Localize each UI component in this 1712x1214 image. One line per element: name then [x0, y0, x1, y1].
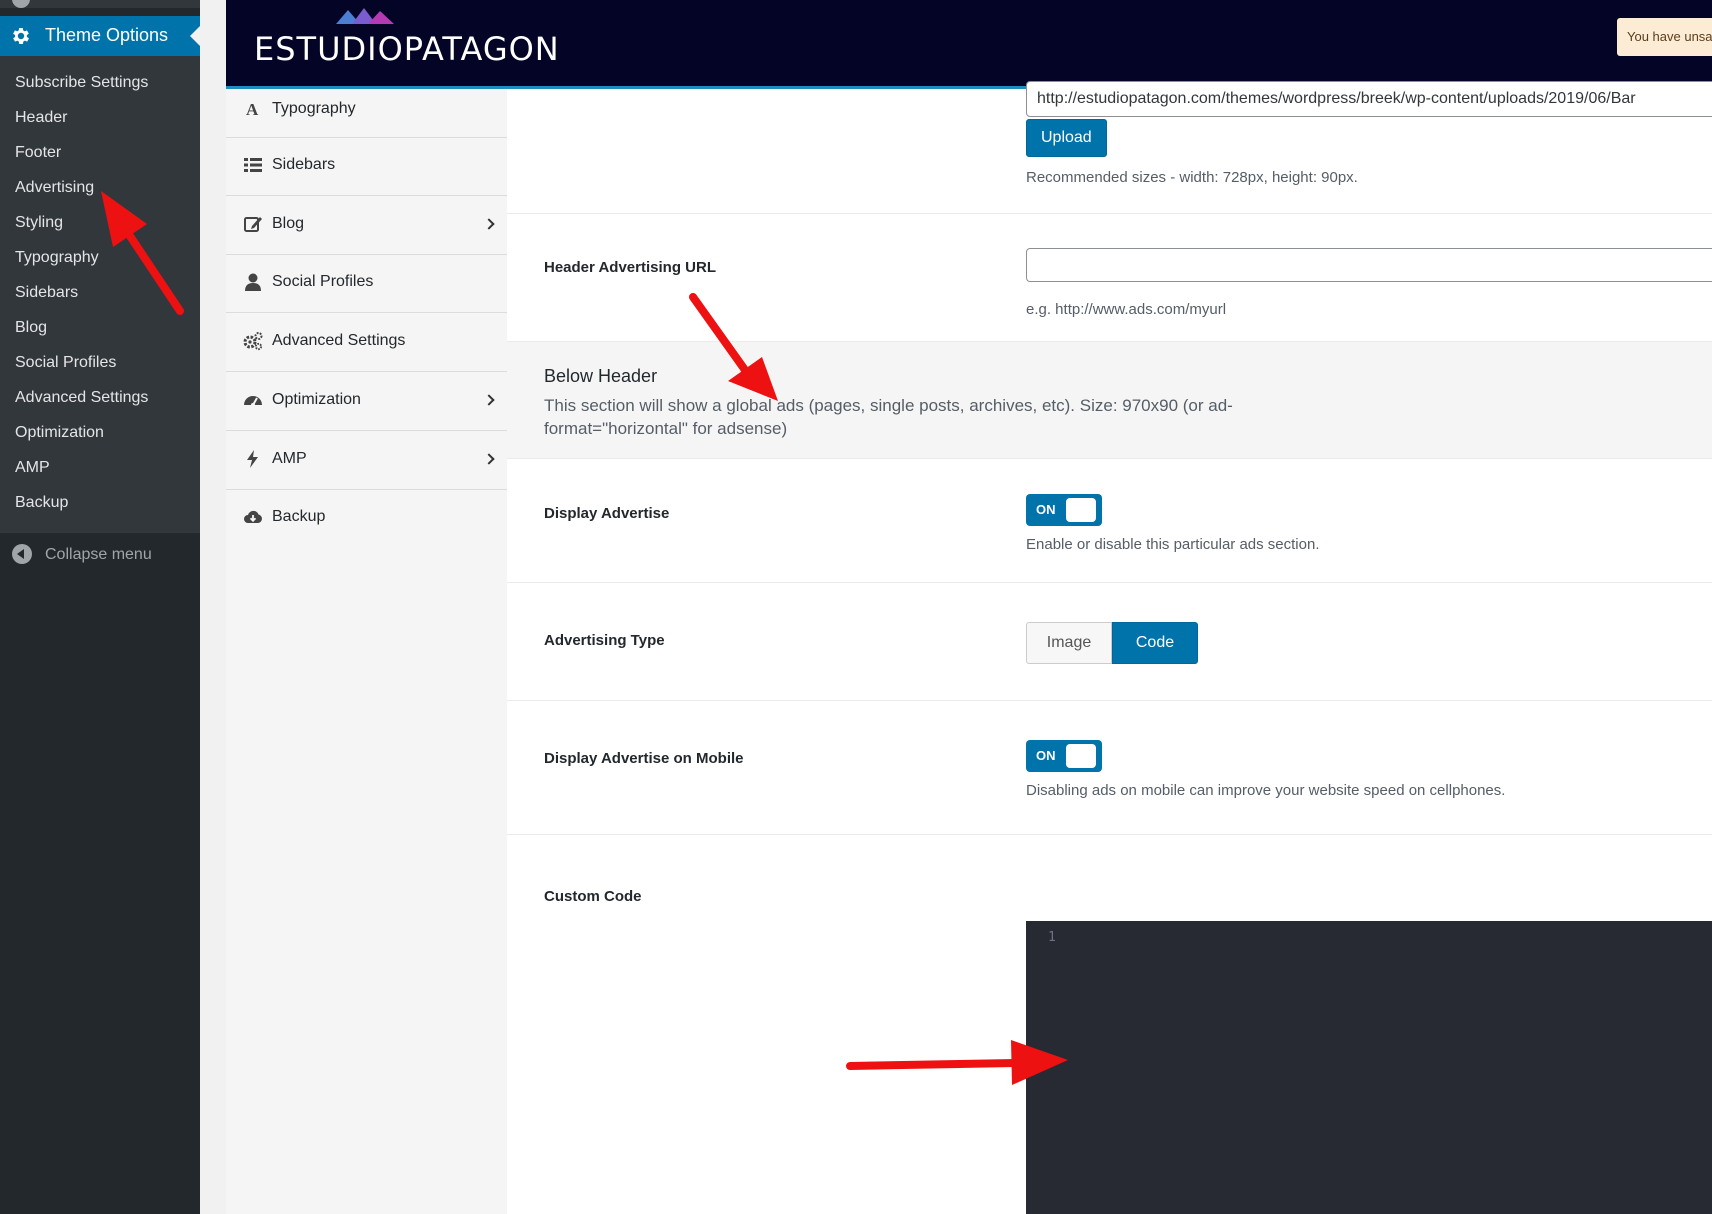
theme-options-header: ESTUDIOPATAGON You have unsa	[226, 0, 1712, 89]
display-advertise-toggle[interactable]: ON	[1026, 494, 1102, 526]
advertising-type-label: Advertising Type	[544, 632, 665, 649]
display-mobile-label: Display Advertise on Mobile	[544, 750, 744, 767]
submenu-optimization[interactable]: Optimization	[15, 424, 104, 442]
menu-icon	[12, 0, 30, 8]
section-item-label: Optimization	[272, 391, 361, 408]
custom-code-label: Custom Code	[544, 888, 642, 905]
font-icon: A	[246, 100, 259, 119]
section-item-label: Social Profiles	[272, 273, 374, 290]
recommended-sizes-hint: Recommended sizes - width: 728px, height…	[1026, 169, 1358, 186]
header-banner-url-input[interactable]	[1026, 81, 1712, 117]
header-ad-url-hint: e.g. http://www.ads.com/myurl	[1026, 301, 1227, 318]
section-item-sidebars[interactable]: Sidebars	[226, 137, 507, 196]
options-content: Upload Recommended sizes - width: 728px,…	[507, 81, 1712, 1214]
notice-text: You have unsa	[1627, 29, 1712, 44]
submenu-footer[interactable]: Footer	[15, 144, 61, 162]
submenu-amp[interactable]: AMP	[15, 459, 50, 477]
toggle-state: ON	[1036, 748, 1056, 763]
menu-item-label: Theme Options	[45, 25, 169, 45]
row-divider	[507, 834, 1712, 835]
toggle-state: ON	[1036, 502, 1056, 517]
cloud-download-icon	[244, 510, 262, 523]
section-item-optimization[interactable]: Optimization	[226, 372, 507, 431]
section-item-label: Blog	[272, 215, 305, 232]
submenu-header[interactable]: Header	[15, 109, 67, 127]
section-item-advanced-settings[interactable]: Advanced Settings	[226, 313, 507, 372]
section-item-amp[interactable]: AMP	[226, 431, 507, 490]
submenu-backup[interactable]: Backup	[15, 494, 68, 512]
display-advertise-label: Display Advertise	[544, 505, 670, 522]
gauge-icon	[244, 396, 262, 407]
chevron-right-icon	[483, 453, 495, 465]
ad-type-image-button[interactable]: Image	[1026, 622, 1112, 664]
collapse-icon	[12, 544, 32, 564]
list-icon	[244, 158, 262, 172]
unsaved-changes-notice: You have unsa	[1617, 18, 1712, 56]
section-item-label: Typography	[272, 100, 356, 117]
ad-type-code-button[interactable]: Code	[1112, 622, 1198, 664]
row-divider	[507, 700, 1712, 701]
row-divider	[507, 213, 1712, 214]
chevron-right-icon	[483, 218, 495, 230]
section-description: This section will show a global ads (pag…	[544, 396, 1233, 438]
upload-button[interactable]: Upload	[1026, 119, 1107, 157]
cogs-icon	[243, 332, 263, 351]
section-item-typography[interactable]: A Typography	[226, 83, 507, 138]
display-advertise-hint: Enable or disable this particular ads se…	[1026, 536, 1320, 553]
custom-code-editor[interactable]: 1	[1026, 921, 1712, 1214]
display-mobile-hint: Disabling ads on mobile can improve your…	[1026, 782, 1506, 799]
chevron-right-icon	[483, 394, 495, 406]
row-divider	[507, 582, 1712, 583]
options-section-menu: A Typography Sidebars Blog Social Profil…	[226, 89, 508, 1214]
header-ad-url-label: Header Advertising URL	[544, 259, 716, 276]
previous-menu-item[interactable]	[0, 0, 200, 8]
section-item-blog[interactable]: Blog	[226, 196, 507, 255]
display-mobile-toggle[interactable]: ON	[1026, 740, 1102, 772]
wp-admin-sidebar: Theme Options Subscribe Settings Header …	[0, 0, 200, 1214]
bolt-icon	[247, 450, 258, 468]
submenu-advertising[interactable]: Advertising	[15, 179, 94, 197]
submenu-typography[interactable]: Typography	[15, 249, 99, 267]
section-item-label: Sidebars	[272, 156, 336, 173]
submenu-social-profiles[interactable]: Social Profiles	[15, 354, 116, 372]
submenu-sidebars[interactable]: Sidebars	[15, 284, 78, 302]
section-item-backup[interactable]: Backup	[226, 490, 507, 548]
current-indicator	[190, 26, 200, 46]
menu-item-theme-options[interactable]: Theme Options	[0, 16, 200, 56]
user-icon	[245, 273, 261, 291]
section-item-label: Advanced Settings	[272, 332, 406, 349]
theme-options-submenu: Subscribe Settings Header Footer Adverti…	[0, 56, 200, 533]
below-header-section: Below Header This section will show a gl…	[507, 341, 1712, 459]
section-item-social-profiles[interactable]: Social Profiles	[226, 255, 507, 313]
collapse-menu-button[interactable]: Collapse menu	[0, 540, 200, 570]
edit-icon	[244, 217, 262, 232]
submenu-advanced-settings[interactable]: Advanced Settings	[15, 389, 148, 407]
submenu-blog[interactable]: Blog	[15, 319, 47, 337]
toggle-knob	[1066, 744, 1096, 768]
svg-text:A: A	[246, 100, 259, 119]
line-number: 1	[1048, 930, 1056, 945]
header-ad-url-input[interactable]	[1026, 248, 1712, 282]
site-logo-text: ESTUDIOPATAGON	[254, 30, 560, 68]
collapse-menu-label: Collapse menu	[45, 546, 152, 563]
mountain-logo-icon	[336, 8, 394, 24]
section-item-label: AMP	[272, 450, 307, 467]
gear-icon	[13, 28, 29, 44]
submenu-subscribe-settings[interactable]: Subscribe Settings	[15, 74, 148, 92]
section-item-label: Backup	[272, 508, 326, 525]
section-title: Below Header	[544, 366, 658, 386]
submenu-styling[interactable]: Styling	[15, 214, 63, 232]
toggle-knob	[1066, 498, 1096, 522]
